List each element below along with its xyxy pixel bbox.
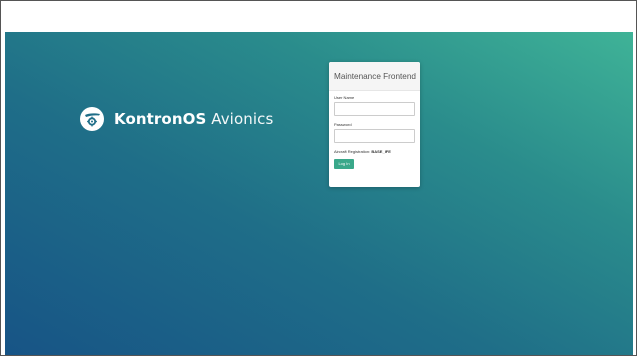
screen-frame: KontronOS Avionics Maintenance Frontend … [0, 0, 637, 356]
page-title: Maintenance Frontend [334, 71, 416, 81]
password-input[interactable] [334, 129, 415, 143]
airplane-gear-icon [85, 113, 100, 127]
gradient-background: KontronOS Avionics Maintenance Frontend … [5, 32, 633, 355]
brand-name-light: Avionics [206, 110, 274, 128]
registration-label: Aircraft Registration: [334, 149, 371, 154]
login-form: User Name Password Aircraft Registration… [329, 91, 420, 169]
username-input[interactable] [334, 102, 415, 116]
username-label: User Name [334, 95, 355, 100]
login-card: Maintenance Frontend User Name Password … [329, 62, 420, 187]
login-button[interactable]: Log In [334, 159, 354, 169]
brand-name-bold: KontronOS [114, 110, 207, 128]
aircraft-registration: Aircraft Registration: BASE_IFE [334, 149, 415, 154]
card-header: Maintenance Frontend [329, 62, 420, 91]
password-label: Password [334, 122, 352, 127]
kontron-logo-icon [80, 107, 104, 131]
top-bar [5, 5, 633, 32]
registration-value: BASE_IFE [371, 149, 391, 154]
brand-name: KontronOS Avionics [114, 110, 273, 128]
brand-header: KontronOS Avionics [80, 106, 273, 132]
